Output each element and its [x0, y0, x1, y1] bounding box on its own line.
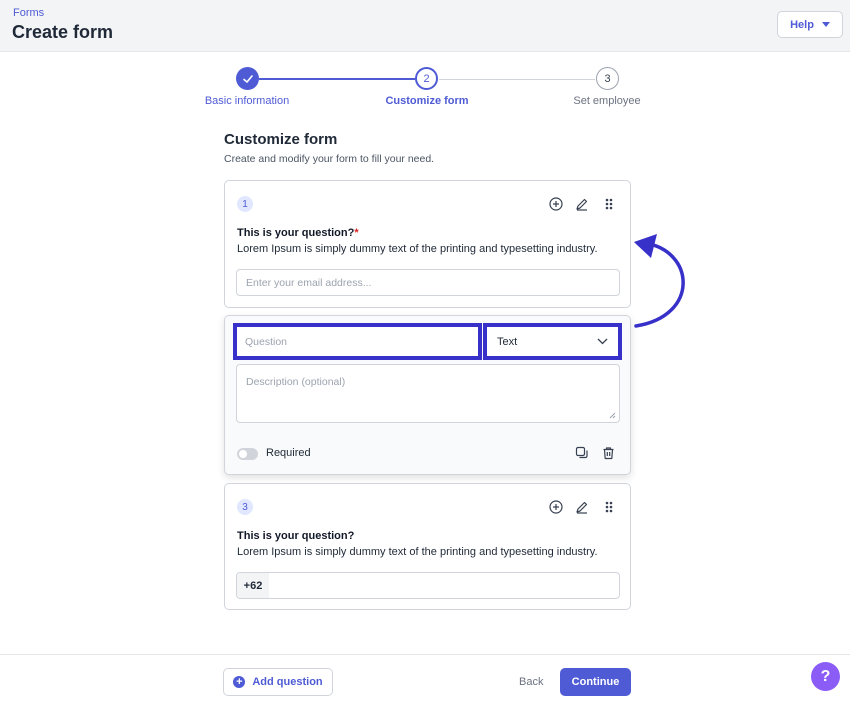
step-2-circle[interactable]: 2 [415, 67, 438, 90]
add-question-button[interactable]: + Add question [223, 668, 333, 696]
toggle-knob [239, 450, 247, 458]
step-3-number: 3 [604, 72, 611, 85]
step-1-label[interactable]: Basic information [192, 95, 302, 107]
description-placeholder: Description (optional) [246, 376, 346, 388]
question-title-text: This is your question? [237, 227, 355, 239]
breadcrumb[interactable]: Forms [13, 7, 44, 19]
step-3-circle[interactable]: 3 [596, 67, 619, 90]
edit-pencil-icon[interactable] [574, 499, 590, 515]
drag-handle-icon[interactable] [601, 196, 617, 212]
question-card-3[interactable]: 3 This is your question? Lorem Ipsum is … [224, 483, 631, 610]
question-title: This is your question?* [237, 227, 359, 239]
required-label: Required [266, 447, 311, 459]
add-circle-icon[interactable] [548, 499, 564, 515]
help-button-label: Help [790, 18, 814, 31]
question-number-badge: 1 [237, 196, 253, 212]
section-subtitle: Create and modify your form to fill your… [224, 153, 435, 165]
question-number-badge: 3 [237, 499, 253, 515]
page-title: Create form [12, 22, 114, 42]
step-1-circle[interactable] [236, 67, 259, 90]
question-type-select[interactable]: Text [483, 323, 622, 360]
chevron-down-icon [597, 338, 608, 345]
resize-handle-icon[interactable] [609, 412, 616, 419]
required-mark: * [354, 227, 359, 239]
question-input[interactable]: Question [233, 323, 482, 360]
plus-icon: + [233, 676, 246, 688]
duplicate-icon[interactable] [574, 445, 590, 461]
required-toggle[interactable] [237, 448, 258, 460]
add-circle-icon[interactable] [548, 196, 564, 212]
question-editor-card[interactable]: Question Text Description (optional) Req… [224, 315, 631, 475]
question-card-1[interactable]: 1 This is your question?* Lorem Ipsum is… [224, 180, 631, 308]
stepper-line-done [259, 78, 415, 80]
question-type-value: Text [497, 335, 518, 348]
footer-bar [0, 654, 850, 706]
section-title: Customize form [224, 131, 338, 148]
question-title: This is your question? [237, 530, 355, 542]
step-3-label[interactable]: Set employee [552, 95, 662, 107]
add-question-label: Add question [252, 676, 323, 688]
question-description: Lorem Ipsum is simply dummy text of the … [237, 546, 598, 558]
step-2-number: 2 [423, 72, 430, 85]
email-field-placeholder: Enter your email address... [246, 276, 372, 289]
email-field[interactable]: Enter your email address... [236, 269, 620, 296]
continue-button[interactable]: Continue [560, 668, 631, 696]
top-bar: Forms Create form Help [0, 0, 850, 52]
drag-handle-icon[interactable] [601, 499, 617, 515]
question-input-placeholder: Question [245, 335, 288, 348]
phone-field[interactable]: +62 [236, 572, 620, 599]
edit-pencil-icon[interactable] [574, 196, 590, 212]
trash-icon[interactable] [600, 445, 616, 461]
help-button[interactable]: Help [777, 11, 843, 38]
caret-down-icon [821, 22, 830, 27]
phone-prefix: +62 [237, 573, 269, 598]
step-2-label[interactable]: Customize form [372, 95, 482, 107]
help-fab-button[interactable]: ? [811, 662, 840, 691]
check-icon [242, 74, 253, 83]
description-textarea[interactable]: Description (optional) [236, 364, 620, 423]
question-description: Lorem Ipsum is simply dummy text of the … [237, 243, 598, 255]
back-button[interactable]: Back [519, 676, 543, 688]
stepper-line-pending [439, 79, 595, 80]
